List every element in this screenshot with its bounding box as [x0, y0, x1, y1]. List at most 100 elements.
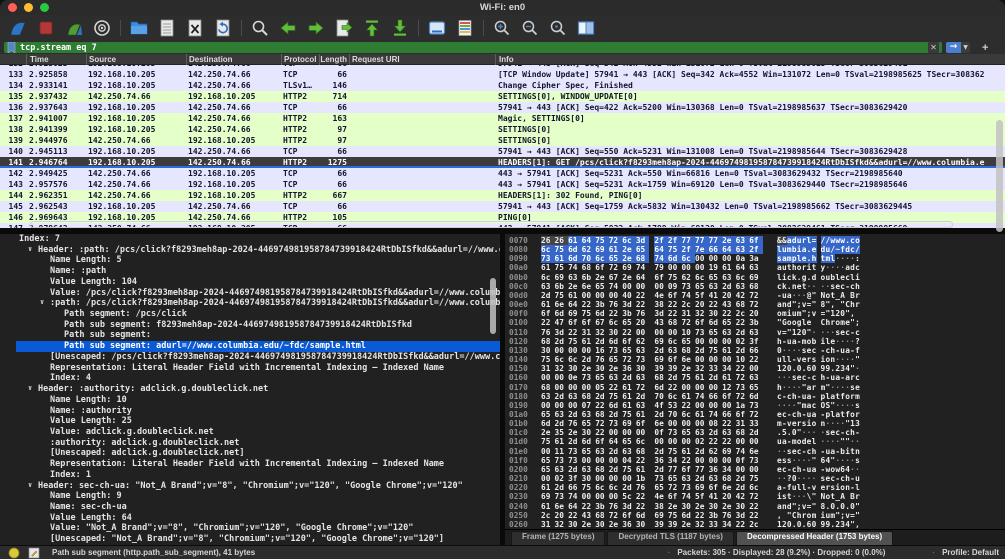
go-to-packet-icon[interactable]: [334, 18, 354, 38]
detail-row[interactable]: Name Length: 9: [0, 491, 500, 502]
detail-row[interactable]: [Unescaped: adclick.g.doubleclick.net]: [0, 448, 500, 459]
hex-row[interactable]: 009073616d706c652e68746d6c0000000a3asamp…: [505, 254, 1005, 263]
column-info[interactable]: Info: [495, 54, 1005, 65]
go-forward-icon[interactable]: [306, 18, 326, 38]
detail-row[interactable]: Path sub segment: f8293meh8ap-2024-44697…: [0, 320, 500, 331]
expert-info-icon[interactable]: [8, 547, 20, 559]
detail-row[interactable]: ∨Header: sec-ch-ua: "Not_A Brand";v="8",…: [0, 481, 500, 492]
hex-row[interactable]: 0120682d75612d6d6f62696c65000000023fh-ua…: [505, 337, 1005, 346]
restart-capture-icon[interactable]: [64, 18, 84, 38]
go-to-top-icon[interactable]: [362, 18, 382, 38]
zoom-out-icon[interactable]: [520, 18, 540, 38]
zoom-original-icon[interactable]: [548, 18, 568, 38]
detail-row[interactable]: Name Length: 10: [0, 395, 500, 406]
detail-row[interactable]: Name Length: 5: [0, 255, 500, 266]
detail-row[interactable]: [Unescaped: /pcs/click?f8293meh8ap-2024-…: [0, 352, 500, 363]
detail-row[interactable]: Value: /pcs/click?f8293meh8ap-2024-44697…: [0, 288, 500, 299]
filter-expression[interactable]: tcp.stream eq 7: [20, 43, 97, 53]
detail-row[interactable]: Name: sec-ch-ua: [0, 502, 500, 513]
hex-row[interactable]: 00a0617574686f7269747900000019616463auth…: [505, 263, 1005, 272]
expand-chevron-icon[interactable]: ∨: [28, 384, 32, 394]
packet-row[interactable]: 1382.941399192.168.10.205142.250.74.66HT…: [0, 124, 1005, 135]
detail-row[interactable]: ∨Header: :path: /pcs/click?f8293meh8ap-2…: [0, 245, 500, 256]
hex-row[interactable]: 00f06f6d69756d223b763d22313230222c20omiu…: [505, 309, 1005, 318]
start-capture-icon[interactable]: [8, 18, 28, 38]
packet-row[interactable]: 1402.945113192.168.10.205142.250.74.66TC…: [0, 146, 1005, 157]
close-file-icon[interactable]: [185, 18, 205, 38]
hex-row[interactable]: 00e0616e64223b763d2238222c2022436872and"…: [505, 300, 1005, 309]
column-protocol[interactable]: Protocol: [281, 54, 319, 65]
packet-row[interactable]: 1422.949425142.250.74.66192.168.10.205TC…: [0, 168, 1005, 179]
detail-row-selected[interactable]: Path sub segment: adurl=//www.columbia.e…: [16, 341, 500, 352]
packet-row[interactable]: 1392.944976142.250.74.66192.168.10.205HT…: [0, 135, 1005, 146]
hex-row[interactable]: 02603132302e302e363039392e323334222c120.…: [505, 520, 1005, 529]
detail-row[interactable]: Representation: Literal Header Field wit…: [0, 363, 500, 374]
packet-row[interactable]: 1452.962543192.168.10.205142.250.74.66TC…: [0, 201, 1005, 212]
column-no[interactable]: [0, 54, 26, 65]
details-vertical-scrollbar[interactable]: [490, 278, 496, 334]
hex-row[interactable]: 01e000117365632d63682d75612d6269746e··se…: [505, 447, 1005, 456]
colorize-icon[interactable]: [455, 18, 475, 38]
title-bar[interactable]: Wi-Fi: en0: [0, 0, 1005, 15]
hex-row[interactable]: 016000000e7365632d63682d75612d617263···s…: [505, 373, 1005, 382]
stop-capture-icon[interactable]: [36, 18, 56, 38]
expand-chevron-icon[interactable]: ∨: [28, 245, 32, 255]
hex-row[interactable]: 00c0636b2e6e6574000000097365632d6368ck.n…: [505, 282, 1005, 291]
packet-row[interactable]: 1352.937432142.250.74.66192.168.10.205HT…: [0, 91, 1005, 102]
hex-row[interactable]: 0180632d63682d75612d706c6174666f726dc-ch…: [505, 392, 1005, 401]
zoom-in-icon[interactable]: [492, 18, 512, 38]
detail-row[interactable]: Index: 4: [0, 373, 500, 384]
packet-row[interactable]: 1362.937643192.168.10.205142.250.74.66TC…: [0, 102, 1005, 113]
find-packet-icon[interactable]: [250, 18, 270, 38]
hex-row[interactable]: 0220612d66756c6c2d76657273696f6e2d6ca-fu…: [505, 483, 1005, 492]
hex-row[interactable]: 01b06d2d76657273696f6e00000008223133m-ve…: [505, 419, 1005, 428]
packet-row[interactable]: 1412.946764192.168.10.205142.250.74.66HT…: [0, 157, 1005, 168]
auto-scroll-icon[interactable]: [427, 18, 447, 38]
column-source[interactable]: Source: [86, 54, 186, 65]
column-request-uri[interactable]: Request URI: [349, 54, 495, 65]
hex-row[interactable]: 02306973740000005c224e6f745f41204272ist·…: [505, 492, 1005, 501]
open-file-icon[interactable]: [129, 18, 149, 38]
expand-chevron-icon[interactable]: ∨: [40, 298, 44, 308]
resize-columns-icon[interactable]: [576, 18, 596, 38]
detail-row[interactable]: Index: 7: [0, 234, 500, 245]
hex-row[interactable]: 02502c20224368726f6d69756d223b763d22, "C…: [505, 511, 1005, 520]
hex-row[interactable]: 010022476f6f676c65204368726f6d65223b"Goo…: [505, 318, 1005, 327]
expand-chevron-icon[interactable]: ∨: [28, 481, 32, 491]
detail-row[interactable]: Representation: Literal Header Field wit…: [0, 459, 500, 470]
detail-row[interactable]: Value Length: 64: [0, 513, 500, 524]
hex-row[interactable]: 01503132302e302e363039392e3233342200120.…: [505, 364, 1005, 373]
display-filter-input[interactable]: tcp.stream eq 7 ✕: [4, 42, 942, 53]
go-back-icon[interactable]: [278, 18, 298, 38]
reload-file-icon[interactable]: [213, 18, 233, 38]
hex-row[interactable]: 01d075612d6d6f64656c0000000222220000ua-m…: [505, 437, 1005, 446]
go-to-bottom-icon[interactable]: [390, 18, 410, 38]
filter-dropdown-icon[interactable]: ▼: [961, 42, 970, 53]
detail-row[interactable]: Name: :path: [0, 266, 500, 277]
hex-row[interactable]: 01f065737300000004223634220000000f73ess·…: [505, 456, 1005, 465]
hex-row[interactable]: 0110763d2231323022000000107365632d63v="1…: [505, 328, 1005, 337]
detail-row[interactable]: ∨Header: :authority: adclick.g.doublecli…: [0, 384, 500, 395]
byte-view-tab[interactable]: Decrypted TLS (1187 bytes): [607, 531, 733, 545]
column-destination[interactable]: Destination: [186, 54, 281, 65]
byte-view-tab[interactable]: Frame (1275 bytes): [511, 531, 605, 545]
hex-row[interactable]: 0240616e64223b763d22382e302e302e3022and"…: [505, 502, 1005, 511]
hex-row[interactable]: 019000000007226d61634f53220000001a73····…: [505, 401, 1005, 410]
packet-row[interactable]: 1332.925858192.168.10.205142.250.74.66TC…: [0, 69, 1005, 80]
profile-status[interactable]: Profile: Default: [942, 548, 999, 557]
hex-row[interactable]: 01a065632d63682d75612d706c6174666f72ec-c…: [505, 410, 1005, 419]
packet-row[interactable]: 1442.962351142.250.74.66192.168.10.205HT…: [0, 190, 1005, 201]
capture-comment-icon[interactable]: [28, 547, 40, 559]
detail-row[interactable]: Path segment: /pcs/click: [0, 309, 500, 320]
detail-row[interactable]: Value Length: 104: [0, 277, 500, 288]
hex-row[interactable]: 01c02e352e30220000000f7365632d63682d.5.0…: [505, 428, 1005, 437]
detail-row[interactable]: Name: :authority: [0, 406, 500, 417]
detail-row[interactable]: :authority: adclick.g.doubleclick.net: [0, 438, 500, 449]
packet-row[interactable]: 1342.933141192.168.10.205142.250.74.66TL…: [0, 80, 1005, 91]
byte-view-tab[interactable]: Decompressed Header (1753 bytes): [736, 531, 893, 545]
filter-apply-icon[interactable]: →: [946, 42, 961, 53]
hex-row[interactable]: 0140756c6c2d76657273696f6e0000001022ull-…: [505, 355, 1005, 364]
hex-row[interactable]: 00b06c69636b2e672e646f75626c65636c69lick…: [505, 273, 1005, 282]
hex-row[interactable]: 020065632d63682d75612d776f7736340000ec-c…: [505, 465, 1005, 474]
detail-row[interactable]: [Unescaped: "Not_A Brand";v="8", "Chromi…: [0, 534, 500, 545]
